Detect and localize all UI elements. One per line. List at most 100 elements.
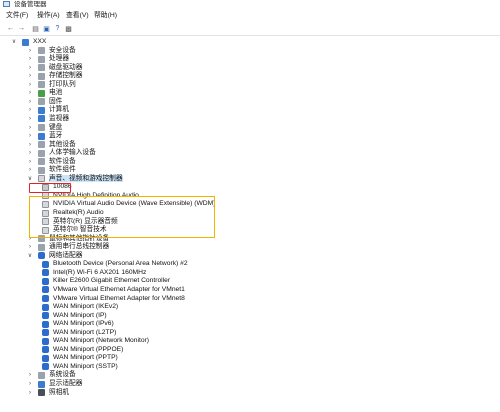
expand-arrow-icon[interactable]: › [26, 158, 34, 166]
tree-category[interactable]: › 存储控制器 [29, 72, 82, 80]
network-adapter-item[interactable]: WAN Miniport (Network Monitor) [42, 337, 149, 345]
expand-arrow-icon[interactable]: › [26, 72, 34, 80]
expand-arrow-icon[interactable]: › [26, 55, 34, 63]
tree-item-label: WAN Miniport (IPv6) [53, 320, 114, 328]
device-category-icon [38, 81, 45, 89]
tree-category[interactable]: › 显示适配器 [29, 380, 82, 388]
tree-category[interactable]: › 安全设备 [29, 47, 76, 55]
tree-category-audio[interactable]: ∨ 声音、视频和游戏控制器 [28, 174, 123, 183]
tree-category[interactable]: › 软件设备 [29, 158, 76, 166]
collapse-arrow-icon[interactable]: ∨ [10, 38, 18, 46]
network-adapter-item[interactable]: WAN Miniport (IKEv2) [42, 303, 118, 311]
network-icon [38, 252, 45, 260]
tree-item-label: WAN Miniport (IKEv2) [53, 303, 119, 311]
expand-arrow-icon[interactable]: › [26, 389, 34, 397]
expand-arrow-icon[interactable]: › [26, 166, 34, 174]
help-icon[interactable]: ▣ [42, 24, 51, 33]
network-adapter-icon [42, 320, 49, 328]
tree-category[interactable]: › 其他设备 [29, 141, 76, 149]
tree-category[interactable]: › 蓝牙 [29, 132, 62, 140]
network-adapter-item[interactable]: VMware Virtual Ethernet Adapter for VMne… [42, 295, 185, 303]
properties-icon[interactable]: ▤ [31, 24, 40, 33]
device-category-icon [38, 106, 45, 114]
expand-arrow-icon[interactable]: › [26, 141, 34, 149]
expand-arrow-icon[interactable]: › [26, 371, 34, 379]
network-adapter-item[interactable]: Bluetooth Device (Personal Area Network)… [42, 260, 188, 268]
tree-category[interactable]: › 键盘 [29, 124, 62, 132]
network-adapter-item[interactable]: Intel(R) Wi-Fi 6 AX201 160MHz [42, 269, 146, 277]
expand-arrow-icon[interactable]: › [26, 132, 34, 140]
tree-item-label: 计算机 [49, 106, 70, 114]
expand-arrow-icon[interactable]: › [26, 47, 34, 55]
tree-category[interactable]: › 系统设备 [29, 371, 76, 379]
tree-category[interactable]: › 磁盘驱动器 [29, 64, 82, 72]
tree-item-label: VMware Virtual Ethernet Adapter for VMne… [53, 294, 185, 302]
device-category-icon [38, 158, 45, 166]
expand-arrow-icon[interactable]: › [26, 89, 34, 97]
tree-item-label: VMware Virtual Ethernet Adapter for VMne… [53, 285, 185, 293]
network-adapter-icon [42, 277, 49, 285]
network-adapter-item[interactable]: WAN Miniport (SSTP) [42, 363, 118, 371]
device-category-icon [38, 371, 45, 379]
tree-category[interactable]: › 计算机 [29, 106, 70, 114]
tree-category[interactable]: › 人体学输入设备 [29, 149, 96, 157]
expand-arrow-icon[interactable]: › [26, 106, 34, 114]
forward-icon[interactable]: → [17, 24, 26, 33]
update-icon[interactable]: ? [53, 24, 62, 33]
computer-icon [22, 38, 29, 46]
expand-arrow-icon[interactable]: › [26, 124, 34, 132]
expand-arrow-icon[interactable]: › [26, 380, 34, 388]
expand-arrow-icon[interactable]: › [26, 98, 34, 106]
network-adapter-item[interactable]: WAN Miniport (PPTP) [42, 354, 118, 362]
expand-arrow-icon[interactable]: › [26, 243, 34, 251]
tree-category[interactable]: › 电池 [29, 89, 62, 97]
tree-category[interactable]: › 监视器 [29, 115, 69, 123]
tree-item-label: WAN Miniport (PPPOE) [53, 345, 124, 353]
menu-view[interactable]: 查看(V) [66, 10, 89, 21]
tree-category[interactable]: › 通用串行总线控制器 [29, 243, 109, 251]
network-adapter-item[interactable]: WAN Miniport (IP) [42, 312, 107, 320]
network-adapter-icon [42, 363, 49, 371]
tree-category[interactable]: › 固件 [29, 98, 62, 106]
window-title: 设备管理器 [14, 1, 47, 8]
tree-category-network[interactable]: ∨ 网络适配器 [28, 252, 82, 260]
network-adapter-icon [42, 337, 49, 345]
device-category-icon [38, 389, 45, 397]
tree-category[interactable]: › 打印队列 [29, 81, 76, 89]
device-category-icon [38, 55, 45, 63]
device-category-icon [38, 47, 45, 55]
expand-arrow-icon[interactable]: › [26, 64, 34, 72]
tree-category[interactable]: › 照相机 [29, 389, 69, 397]
speaker-icon [38, 175, 45, 183]
tree-item-label: Bluetooth Device (Personal Area Network)… [53, 260, 188, 268]
tree-item-label: WAN Miniport (IP) [53, 311, 107, 319]
collapse-arrow-icon[interactable]: ∨ [26, 175, 34, 183]
network-adapter-icon [42, 312, 49, 320]
network-adapter-icon [42, 260, 49, 268]
tree-item-label: 人体学输入设备 [49, 149, 96, 157]
tree-item-label: 软件组件 [49, 166, 76, 174]
network-adapter-icon [42, 354, 49, 362]
network-adapter-icon [42, 286, 49, 294]
network-adapter-icon [42, 295, 49, 302]
expand-arrow-icon[interactable]: › [26, 81, 34, 89]
expand-arrow-icon[interactable]: › [26, 115, 34, 123]
network-adapter-item[interactable]: VMware Virtual Ethernet Adapter for VMne… [42, 286, 185, 294]
network-adapter-item[interactable]: WAN Miniport (L2TP) [42, 329, 116, 337]
network-adapter-item[interactable]: WAN Miniport (IPv6) [42, 320, 114, 328]
back-icon[interactable]: ← [6, 24, 15, 33]
collapse-arrow-icon[interactable]: ∨ [26, 252, 34, 260]
menu-file[interactable]: 文件(F) [6, 10, 28, 21]
device-category-icon [38, 166, 45, 174]
expand-arrow-icon[interactable]: › [26, 149, 34, 157]
tree-category[interactable]: › 处理器 [29, 55, 69, 63]
network-adapter-item[interactable]: WAN Miniport (PPPOE) [42, 346, 123, 354]
menu-help[interactable]: 帮助(H) [94, 10, 117, 21]
scan-icon[interactable]: ▩ [64, 24, 73, 33]
network-adapter-icon [42, 346, 49, 354]
tree-category[interactable]: › 软件组件 [29, 166, 76, 174]
tree-root[interactable]: ∨ XXX [12, 38, 46, 46]
device-category-icon [38, 115, 45, 123]
menu-action[interactable]: 操作(A) [37, 10, 60, 21]
network-adapter-item[interactable]: Killer E2600 Gigabit Ethernet Controller [42, 277, 170, 285]
